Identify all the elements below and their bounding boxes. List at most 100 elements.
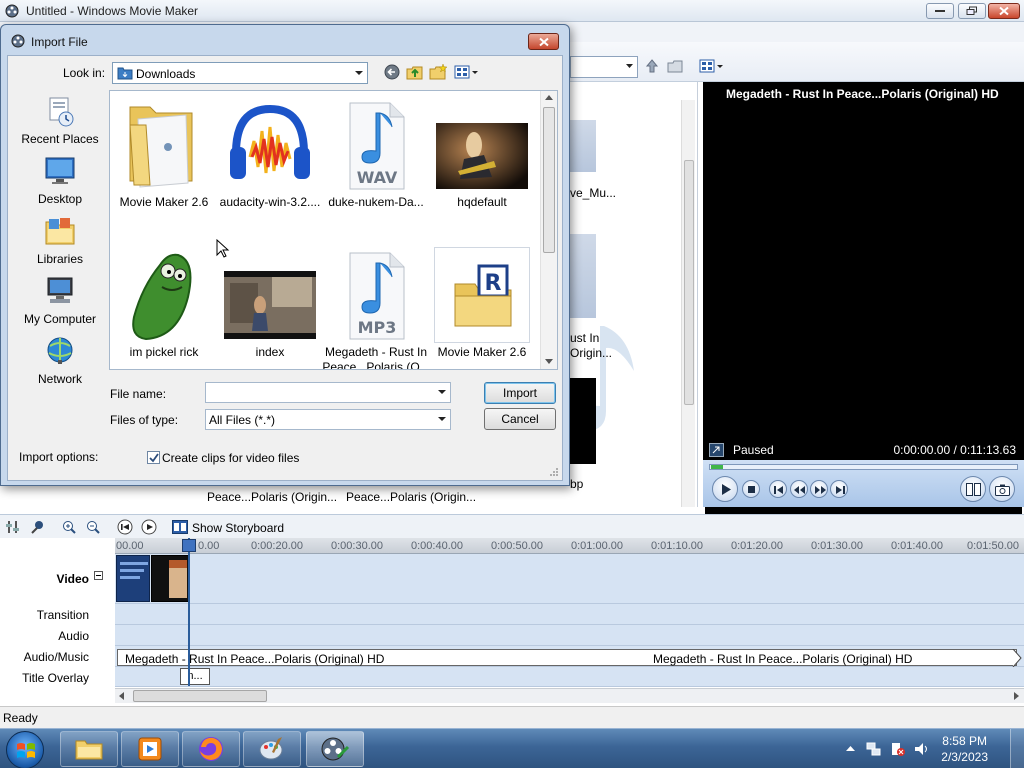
video-clip[interactable] — [116, 555, 150, 602]
stop-button[interactable] — [742, 480, 760, 498]
seek-handle[interactable] — [711, 465, 723, 469]
show-storyboard-button[interactable]: Show Storyboard — [192, 521, 284, 535]
collections-dropdown[interactable] — [570, 56, 638, 78]
play-icon — [722, 484, 731, 495]
up-folder-icon[interactable] — [643, 57, 661, 75]
scrollbar-thumb[interactable] — [133, 690, 267, 702]
taskbar-firefox[interactable] — [182, 731, 240, 767]
seek-bar[interactable] — [709, 464, 1018, 470]
zoom-in-icon[interactable] — [62, 520, 76, 534]
video-clip[interactable] — [151, 555, 189, 602]
audio-clip-label: Megadeth - Rust In Peace...Polaris (Orig… — [653, 652, 913, 666]
main-window-title: Untitled - Windows Movie Maker — [26, 4, 199, 18]
timeline-scrollbar[interactable] — [115, 688, 1024, 703]
narrate-timeline-icon[interactable] — [30, 520, 44, 534]
place-recent-places[interactable]: Recent Places — [12, 92, 108, 152]
show-hidden-icons-icon[interactable] — [846, 745, 855, 752]
playhead-handle[interactable] — [182, 539, 196, 552]
zoom-out-icon[interactable] — [86, 520, 100, 534]
audio-music-track-label: Audio/Music — [23, 650, 89, 664]
clock-time: 8:58 PM — [942, 734, 987, 748]
scroll-up-icon[interactable] — [545, 95, 553, 101]
cancel-button[interactable]: Cancel — [484, 408, 556, 430]
taskbar-media-player[interactable] — [121, 731, 179, 767]
view-menu-icon[interactable] — [454, 63, 480, 81]
file-name-field[interactable] — [205, 382, 451, 403]
scroll-right-icon[interactable] — [1014, 692, 1020, 700]
scroll-down-icon[interactable] — [545, 359, 553, 365]
new-folder-icon[interactable] — [666, 57, 684, 75]
clip-thumbnail[interactable] — [570, 234, 596, 318]
transition-track[interactable] — [115, 604, 1024, 625]
place-desktop[interactable]: Desktop — [12, 152, 108, 212]
taskbar-paint[interactable] — [243, 731, 301, 767]
restore-button[interactable] — [958, 3, 986, 19]
rewind-icon — [794, 486, 805, 494]
look-in-value: Downloads — [136, 67, 196, 81]
resize-grip-icon[interactable] — [549, 467, 559, 477]
title-overlay-track[interactable] — [115, 667, 1024, 687]
network-tray-icon[interactable] — [866, 741, 882, 757]
up-one-level-icon[interactable] — [405, 63, 425, 81]
create-clips-checkbox[interactable] — [147, 451, 160, 464]
dialog-titlebar[interactable]: Import File — [1, 25, 569, 55]
minimize-button[interactable] — [926, 3, 954, 19]
views-icon[interactable] — [699, 57, 725, 75]
file-item[interactable]: Movie Maker 2.6 — [110, 91, 218, 231]
look-in-dropdown[interactable]: Downloads — [112, 62, 368, 84]
split-clip-button[interactable] — [960, 476, 986, 502]
clip-thumbnail[interactable] — [570, 378, 596, 464]
set-audio-levels-icon[interactable] — [6, 520, 20, 534]
rewind-timeline-icon[interactable] — [117, 519, 133, 535]
dialog-close-button[interactable] — [528, 33, 559, 50]
audio-music-clip[interactable]: Megadeth - Rust In Peace...Polaris (Orig… — [117, 649, 1017, 666]
file-item[interactable]: index — [216, 241, 324, 369]
svg-text:R: R — [485, 271, 502, 296]
volume-icon[interactable] — [914, 741, 930, 757]
playhead[interactable] — [188, 538, 190, 686]
back-icon[interactable] — [382, 63, 402, 81]
rewind-button[interactable] — [790, 480, 808, 498]
storyboard-icon[interactable] — [172, 520, 188, 534]
collapse-icon[interactable] — [94, 571, 103, 580]
file-item[interactable]: hqdefault — [428, 91, 536, 231]
place-label: Network — [37, 372, 82, 386]
import-button[interactable]: Import — [484, 382, 556, 404]
file-item[interactable]: im pickel rick — [110, 241, 218, 369]
play-button[interactable] — [712, 476, 738, 502]
show-desktop-button[interactable] — [1010, 729, 1024, 768]
place-network[interactable]: Network — [12, 332, 108, 392]
file-item[interactable]: WAV duke-nukem-Da... — [322, 91, 430, 231]
create-new-folder-icon[interactable] — [428, 63, 448, 81]
clip-thumbnail[interactable] — [570, 120, 596, 172]
file-item[interactable]: audacity-win-3.2.... — [216, 91, 324, 231]
file-list-scrollbar[interactable] — [540, 91, 557, 369]
next-frame-button[interactable] — [830, 480, 848, 498]
previous-frame-button[interactable] — [769, 480, 787, 498]
taskbar-explorer[interactable] — [60, 731, 118, 767]
split-icon — [966, 483, 981, 496]
place-libraries[interactable]: Libraries — [12, 212, 108, 272]
contents-scrollbar[interactable] — [681, 100, 695, 507]
file-item[interactable]: MP3 Megadeth - Rust In Peace...Polaris (… — [322, 241, 430, 369]
taskbar-clock[interactable]: 8:58 PM 2/3/2023 — [941, 733, 988, 765]
video-track[interactable] — [115, 554, 1024, 604]
fast-forward-button[interactable] — [810, 480, 828, 498]
audio-track[interactable] — [115, 625, 1024, 646]
scroll-left-icon[interactable] — [119, 692, 125, 700]
main-close-button[interactable] — [988, 3, 1020, 19]
expand-preview-icon[interactable] — [709, 443, 724, 457]
take-picture-button[interactable] — [989, 476, 1015, 502]
create-clips-label: Create clips for video files — [162, 451, 300, 465]
taskbar-movie-maker[interactable] — [306, 731, 364, 767]
timeline-ruler[interactable]: 00.00 0.00 0:00:20.00 0:00:30.00 0:00:40… — [115, 538, 1024, 554]
title-overlay-clip[interactable]: n... — [180, 668, 210, 685]
place-my-computer[interactable]: My Computer — [12, 272, 108, 332]
action-center-icon[interactable] — [890, 741, 906, 757]
files-of-type-dropdown[interactable]: All Files (*.*) — [205, 409, 451, 430]
play-timeline-icon[interactable] — [141, 519, 157, 535]
scrollbar-thumb[interactable] — [543, 107, 555, 253]
scrollbar-thumb[interactable] — [684, 160, 694, 405]
file-item[interactable]: R Movie Maker 2.6 — [428, 241, 536, 369]
start-button[interactable] — [6, 731, 44, 768]
